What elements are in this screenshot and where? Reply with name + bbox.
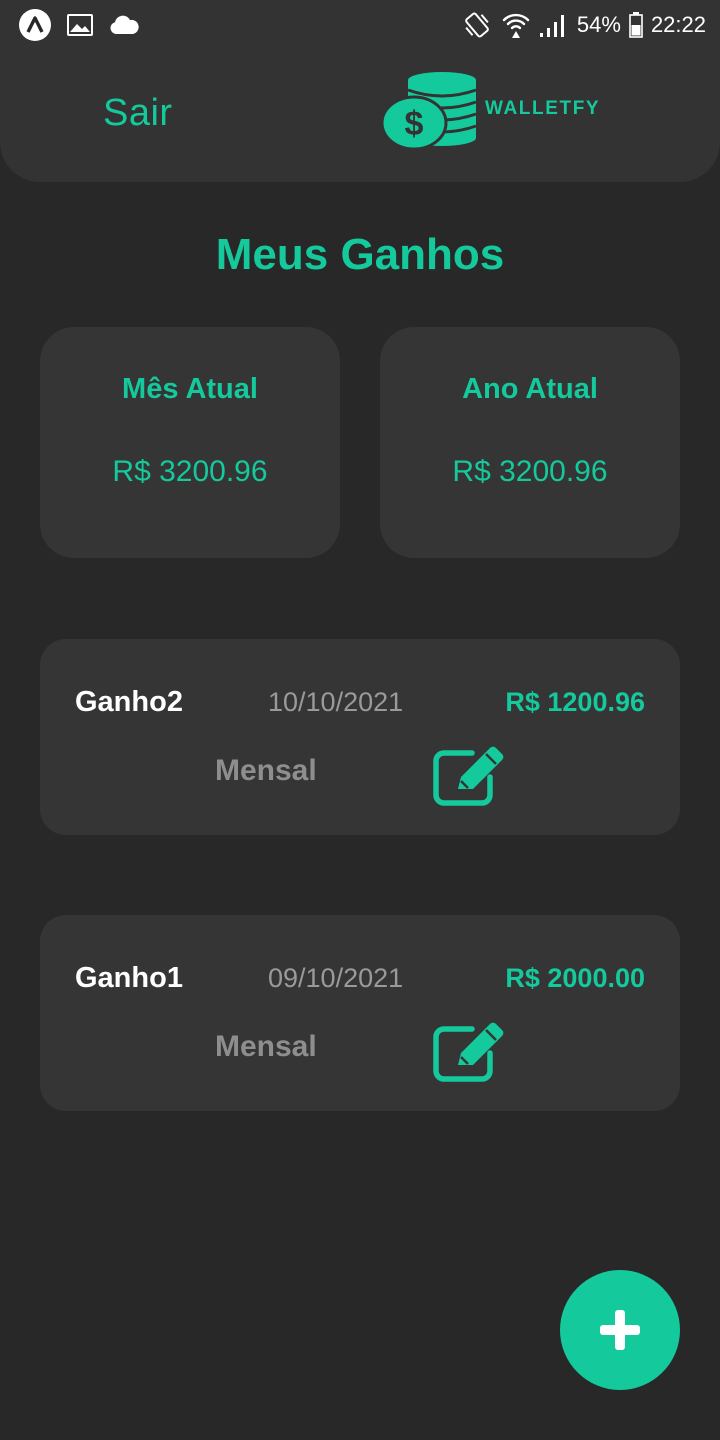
income-card: Ganho2 10/10/2021 R$ 1200.96 Mensal bbox=[40, 639, 680, 835]
edit-icon bbox=[433, 746, 504, 806]
income-value: R$ 2000.00 bbox=[505, 963, 645, 993]
edit-button[interactable] bbox=[432, 1021, 508, 1083]
status-bar: 54% 22:22 bbox=[0, 0, 720, 50]
logout-button[interactable]: Sair bbox=[103, 92, 173, 135]
battery-icon bbox=[629, 12, 643, 38]
edit-button[interactable] bbox=[432, 745, 508, 807]
income-date: 10/10/2021 bbox=[268, 687, 404, 717]
clock: 22:22 bbox=[650, 12, 706, 37]
image-icon bbox=[66, 13, 94, 37]
income-name: Ganho1 bbox=[75, 962, 183, 994]
summary-month-value: R$ 3200.96 bbox=[112, 455, 268, 488]
income-card: Ganho1 09/10/2021 R$ 2000.00 Mensal bbox=[40, 915, 680, 1111]
income-date: 09/10/2021 bbox=[268, 963, 404, 993]
summary-year-value: R$ 3200.96 bbox=[452, 455, 608, 488]
cloud-icon bbox=[108, 14, 140, 36]
summary-card-month: Mês Atual R$ 3200.96 bbox=[40, 327, 340, 558]
summary-month-label: Mês Atual bbox=[122, 373, 258, 405]
summary-year-label: Ano Atual bbox=[462, 373, 598, 405]
income-value: R$ 1200.96 bbox=[505, 687, 645, 717]
wifi-icon bbox=[501, 10, 531, 40]
svg-text:$: $ bbox=[405, 105, 424, 143]
page-title: Meus Ganhos bbox=[215, 230, 505, 279]
vibrate-icon bbox=[461, 9, 493, 41]
app-launcher-icon bbox=[18, 8, 52, 42]
coins-dollar-icon: $ bbox=[382, 72, 477, 150]
income-name: Ganho2 bbox=[75, 686, 183, 718]
app-logo: $ WALLETFY bbox=[382, 70, 599, 150]
screen: Sair $ WALLETFY 54% 22:22 Meus Ganhos Mê… bbox=[0, 0, 720, 1440]
income-frequency: Mensal bbox=[215, 1030, 317, 1063]
plus-icon bbox=[600, 1310, 640, 1350]
summary-card-year: Ano Atual R$ 3200.96 bbox=[380, 327, 680, 558]
logo-text: WALLETFY bbox=[485, 98, 601, 119]
edit-icon bbox=[433, 1022, 504, 1082]
battery-percentage: 54% bbox=[576, 12, 621, 37]
add-income-button[interactable] bbox=[560, 1270, 680, 1390]
income-frequency: Mensal bbox=[215, 754, 317, 787]
signal-icon bbox=[539, 12, 569, 38]
